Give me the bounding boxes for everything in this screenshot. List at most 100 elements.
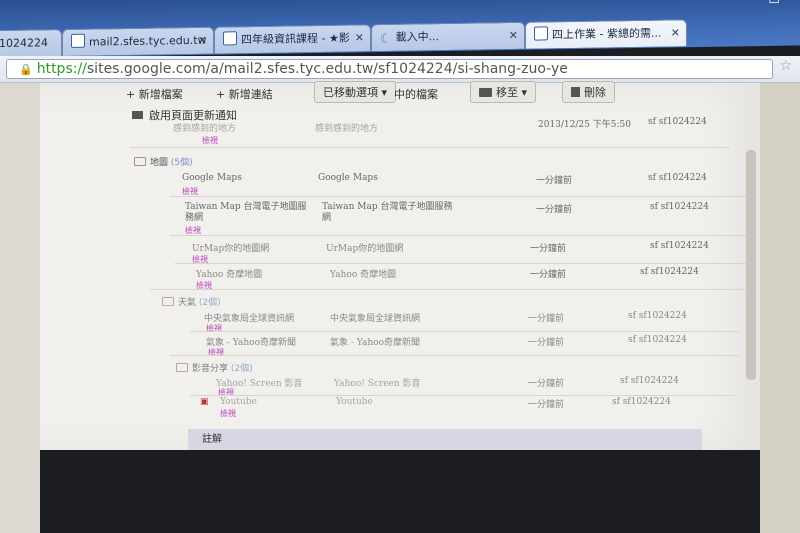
tab-label: 四年級資訊課程 - ★影: [241, 31, 350, 47]
divider: [175, 263, 750, 264]
window-controls[interactable]: ─☐: [751, 0, 790, 7]
item-desc: Youtube: [336, 397, 373, 407]
page-scrollbar[interactable]: [746, 150, 756, 380]
url-text: sites.google.com/a/mail2.sfes.tyc.edu.tw…: [86, 61, 568, 77]
divider: [150, 289, 750, 290]
moved-items-label: 已移動選項: [323, 86, 378, 99]
item-time: 一分鐘前: [528, 400, 565, 410]
move-to-label: 移至: [496, 86, 518, 99]
url-scheme: https://: [36, 61, 87, 77]
files-in-label: 中的檔案: [394, 88, 438, 101]
item-owner: sf sf1024224: [650, 202, 709, 212]
item-time: 一分鐘前: [536, 205, 573, 215]
folder-icon: [176, 363, 188, 372]
item-name[interactable]: Yahoo 奇摩地圖: [196, 267, 262, 280]
item-name[interactable]: UrMap你的地圖網: [192, 241, 269, 254]
bookmark-star-icon[interactable]: ☆: [779, 58, 792, 74]
folder-group[interactable]: 天氣 (2個): [162, 295, 221, 308]
file-cabinet-page: + 新增檔案 + 新增連結 已移動選項 ▾ 中的檔案 移至 ▾ 刪除 啟用頁面更…: [40, 81, 760, 450]
top-row-date: 2013/12/25 下午5:50: [538, 120, 631, 130]
item-desc: Yahoo! Screen 影音: [334, 379, 421, 389]
item-time: 一分鐘前: [530, 244, 567, 254]
view-link[interactable]: 檢視: [208, 347, 224, 358]
folder-icon: [162, 297, 174, 306]
view-link[interactable]: 檢視: [202, 135, 218, 146]
notes-section: 註解: [188, 429, 702, 450]
browser-tab[interactable]: 1024224: [0, 29, 62, 58]
page-icon: [71, 33, 85, 48]
top-row-owner: sf sf1024224: [648, 117, 707, 127]
new-link-button[interactable]: + 新增連結: [216, 86, 273, 102]
new-file-button[interactable]: + 新增檔案: [126, 86, 183, 102]
folder-icon: [134, 157, 146, 166]
left-margin: [0, 83, 40, 533]
browser-toolbar: 🔒 https://sites.google.com/a/mail2.sfes.t…: [0, 56, 800, 83]
top-row-name[interactable]: 感到感到的地方: [173, 121, 236, 134]
item-name[interactable]: Youtube: [220, 397, 257, 407]
item-desc: Yahoo 奇摩地圖: [330, 270, 397, 280]
youtube-icon: ▣: [200, 397, 209, 407]
notes-label: 註解: [202, 434, 222, 445]
item-name[interactable]: Google Maps: [182, 173, 242, 183]
item-owner: sf sf1024224: [640, 267, 699, 277]
item-owner: sf sf1024224: [648, 173, 707, 183]
close-icon[interactable]: ✕: [671, 20, 680, 46]
group-name: 影音分享: [192, 364, 229, 374]
item-owner: sf sf1024224: [612, 397, 671, 407]
address-bar[interactable]: 🔒 https://sites.google.com/a/mail2.sfes.t…: [6, 59, 773, 79]
group-name: 天氣: [178, 298, 197, 308]
item-time: 一分鐘前: [528, 338, 565, 348]
item-desc: UrMap你的地圖網: [326, 244, 404, 254]
item-name[interactable]: Taiwan Map 台灣電子地圖服務網: [185, 202, 315, 224]
group-count: (2個): [198, 298, 221, 308]
item-time: 一分鐘前: [528, 314, 565, 324]
close-icon[interactable]: ✕: [355, 25, 364, 51]
page-icon: [223, 31, 237, 46]
browser-tab[interactable]: 四年級資訊課程 - ★影 ✕: [214, 24, 371, 54]
item-owner: sf sf1024224: [650, 241, 709, 251]
item-desc: Taiwan Map 台灣電子地圖服務網: [322, 202, 453, 223]
tab-label: 四上作業 - 紫總的需...: [552, 26, 662, 42]
browser-tab-strip: 1024224 mail2.sfes.tyc.edu.tw ✕ 四年級資訊課程 …: [0, 0, 800, 59]
item-owner: sf sf1024224: [628, 335, 687, 345]
item-time: 一分鐘前: [536, 176, 573, 186]
divider: [190, 395, 735, 396]
item-time: 一分鐘前: [530, 270, 567, 280]
browser-tab[interactable]: ☾ 載入中... ✕: [371, 21, 525, 52]
item-desc: Google Maps: [318, 173, 378, 183]
group-count: (5個): [170, 158, 193, 168]
divider: [130, 147, 730, 148]
divider: [170, 235, 750, 236]
view-link[interactable]: 檢視: [206, 323, 222, 334]
right-margin: [760, 83, 800, 533]
moved-items-dropdown[interactable]: 已移動選項 ▾: [314, 81, 397, 103]
top-row-desc: 感到感到的地方: [315, 124, 379, 134]
close-icon[interactable]: ✕: [509, 23, 518, 49]
lock-icon: 🔒: [19, 63, 33, 76]
item-owner: sf sf1024224: [620, 376, 679, 386]
loading-icon: ☾: [380, 31, 392, 48]
browser-tab[interactable]: mail2.sfes.tyc.edu.tw ✕: [62, 26, 214, 57]
view-link[interactable]: 檢視: [220, 408, 236, 419]
divider: [170, 196, 750, 197]
item-owner: sf sf1024224: [628, 311, 687, 321]
folder-group[interactable]: 影音分享 (2個): [176, 361, 253, 374]
item-desc: 氣象 - Yahoo奇摩新聞: [330, 338, 421, 348]
action-bar: + 新增檔案 + 新增連結 已移動選項 ▾ 中的檔案 移至 ▾ 刪除: [40, 81, 760, 103]
folder-group[interactable]: 地圖 (5個): [134, 155, 193, 168]
tab-label: 載入中...: [395, 30, 440, 44]
item-desc: 中央氣象局全球資訊網: [330, 314, 421, 324]
tab-label: mail2.sfes.tyc.edu.tw: [89, 33, 207, 49]
divider: [170, 355, 740, 356]
browser-tab-active[interactable]: 四上作業 - 紫總的需... ✕: [525, 19, 687, 49]
page-icon: [534, 26, 548, 41]
folder-icon: [479, 88, 492, 97]
close-icon[interactable]: ✕: [198, 28, 207, 54]
divider: [190, 331, 740, 332]
delete-button[interactable]: 刪除: [562, 81, 615, 103]
item-time: 一分鐘前: [528, 379, 565, 389]
move-to-dropdown[interactable]: 移至 ▾: [470, 81, 537, 103]
delete-label: 刪除: [584, 86, 606, 99]
group-count: (2個): [230, 364, 253, 374]
trash-icon: [571, 87, 580, 97]
